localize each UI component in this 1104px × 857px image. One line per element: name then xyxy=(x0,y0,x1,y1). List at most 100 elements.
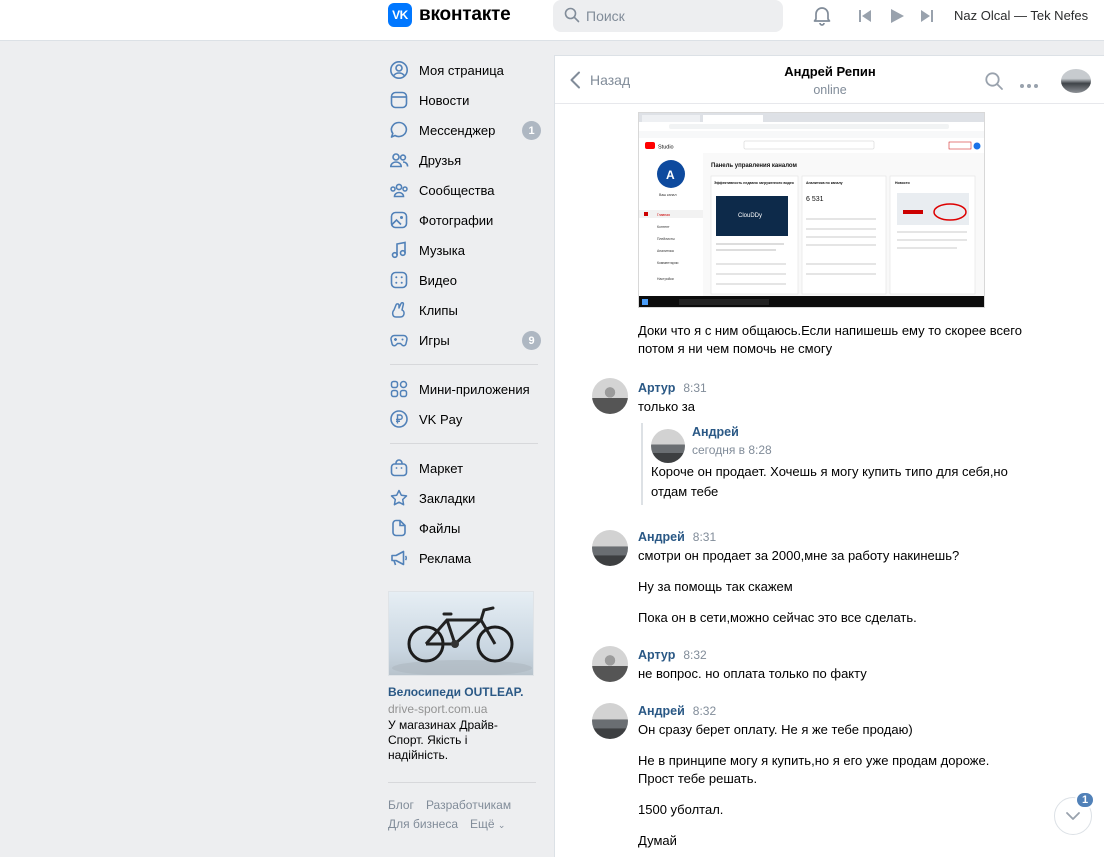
sidebar-item-ads[interactable]: Реклама xyxy=(388,543,548,573)
sidebar-item-communities[interactable]: Сообщества xyxy=(388,175,548,205)
chat-search-icon[interactable] xyxy=(984,71,1004,94)
avatar-artur[interactable] xyxy=(592,646,628,682)
screenshot-channel-label: Ваш канал xyxy=(659,193,677,197)
chevron-down-icon xyxy=(1066,812,1080,820)
message-author[interactable]: Андрей xyxy=(638,530,685,544)
sidebar-divider xyxy=(390,364,538,365)
sidebar-item-files[interactable]: Файлы xyxy=(388,513,548,543)
now-playing-track[interactable]: Naz Olcal — Tek Nefes xyxy=(954,8,1088,23)
sidebar-item-label: Клипы xyxy=(419,302,458,318)
sidebar-item-market[interactable]: Маркет xyxy=(388,453,548,483)
sidebar-item-label: Новости xyxy=(419,92,470,108)
message-text: Не в принципе могу я купить,но я его уже… xyxy=(638,753,990,786)
messenger-unread-badge: 1 xyxy=(522,121,541,140)
sidebar-item-video[interactable]: Видео xyxy=(388,265,548,295)
sidebar-item-label: Закладки xyxy=(419,490,476,506)
search-input[interactable] xyxy=(586,8,766,24)
message-time: 8:32 xyxy=(692,704,717,718)
sidebar-item-bookmarks[interactable]: Закладки xyxy=(388,483,548,513)
left-sidebar: Моя страница Новости Мессенджер 1 Друзья… xyxy=(388,55,548,837)
screenshot-menu-analytics: Аналитика xyxy=(657,249,674,253)
music-icon xyxy=(389,240,409,260)
vk-logo-mark: VK xyxy=(388,3,412,27)
ad-domain[interactable]: drive-sport.com.ua xyxy=(388,702,548,716)
sidebar-item-vk-pay[interactable]: VK Pay xyxy=(388,404,548,434)
sidebar-item-music[interactable]: Музыка xyxy=(388,235,548,265)
chat-header: Назад Андрей Репин online xyxy=(555,56,1104,104)
ad-title[interactable]: Велосипеди OUTLEAP. xyxy=(388,685,548,699)
sidebar-item-photos[interactable]: Фотографии xyxy=(388,205,548,235)
play-icon[interactable] xyxy=(889,8,905,24)
ad-description: У магазинах Драйв-Спорт. Якість і надійн… xyxy=(388,718,498,762)
footer-link-developers[interactable]: Разработчикам xyxy=(426,798,511,813)
avatar-andrey[interactable] xyxy=(651,429,685,463)
sidebar-ad[interactable]: Велосипеди OUTLEAP. drive-sport.com.ua У… xyxy=(388,591,548,763)
avatar-andrey[interactable] xyxy=(592,530,628,566)
forwarded-text: Короче он продает. Хочешь я могу купить … xyxy=(651,464,1008,499)
footer-link-more[interactable]: Ещё ⌄ xyxy=(470,817,505,833)
screenshot-menu-comments: Комментарии xyxy=(657,261,678,265)
peer-avatar[interactable] xyxy=(1061,69,1091,93)
avatar-artur[interactable] xyxy=(592,378,628,414)
footer-link-blog[interactable]: Блог xyxy=(388,798,414,813)
sidebar-item-label: Видео xyxy=(419,272,457,288)
sidebar-item-clips[interactable]: Клипы xyxy=(388,295,548,325)
top-header: VK вконтакте Naz Olcal — Tek Nefes xyxy=(0,0,1104,41)
message-author[interactable]: Андрей xyxy=(638,704,685,718)
svg-text:A: A xyxy=(666,168,675,182)
message-time: 8:32 xyxy=(683,648,707,662)
message-text: Он сразу берет оплату. Не я же тебе прод… xyxy=(638,722,913,737)
sidebar-item-my-page[interactable]: Моя страница xyxy=(388,55,548,85)
forwarded-author[interactable]: Андрей xyxy=(692,425,739,439)
sidebar-item-label: Друзья xyxy=(419,152,462,168)
ad-bicycle-image[interactable] xyxy=(388,591,534,676)
ads-icon xyxy=(389,548,409,568)
news-icon xyxy=(389,90,409,110)
bell-icon[interactable] xyxy=(811,4,833,26)
forwarded-message[interactable]: Андрей сегодня в 8:28 Короче он продает.… xyxy=(641,423,1021,505)
sidebar-item-mini-apps[interactable]: Мини-приложения xyxy=(388,374,548,404)
message-text: не вопрос. но оплата только по факту xyxy=(638,666,867,681)
sidebar-item-news[interactable]: Новости xyxy=(388,85,548,115)
sidebar-item-label: Игры xyxy=(419,332,450,348)
vk-logo[interactable]: VK вконтакте xyxy=(388,3,511,27)
sidebar-item-messenger[interactable]: Мессенджер 1 xyxy=(388,115,548,145)
screenshot-panel-title: Панель управления каналом xyxy=(711,163,798,169)
friends-icon xyxy=(389,150,409,170)
forwarded-time: сегодня в 8:28 xyxy=(692,443,772,457)
more-icon[interactable] xyxy=(1019,77,1039,92)
message-text: смотри он продает за 2000,мне за работу … xyxy=(638,548,960,563)
search-box[interactable] xyxy=(553,0,783,32)
market-icon xyxy=(389,458,409,478)
sidebar-item-label: VK Pay xyxy=(419,411,463,427)
next-track-icon[interactable] xyxy=(920,9,934,23)
screenshot-menu-settings: Настройки xyxy=(657,277,674,281)
message-icon xyxy=(389,120,409,140)
sidebar-divider xyxy=(390,443,538,444)
search-icon xyxy=(564,7,580,26)
screenshot-menu-playlists: Плейлисты xyxy=(657,237,675,241)
photo-icon xyxy=(389,210,409,230)
bookmark-icon xyxy=(389,488,409,508)
screenshot-studio-label: Studio xyxy=(658,145,674,151)
message-author[interactable]: Артур xyxy=(638,648,675,662)
message-text: Пока он в сети,можно сейчас это все сдел… xyxy=(638,610,917,625)
vk-logo-text: вконтакте xyxy=(419,4,511,25)
chat-panel: Назад Андрей Репин online Studio A Ваш к… xyxy=(554,55,1104,857)
vkpay-icon xyxy=(389,409,409,429)
message-author[interactable]: Артур xyxy=(638,381,675,395)
message-text: Думай xyxy=(638,833,677,848)
video-icon xyxy=(389,270,409,290)
sidebar-item-friends[interactable]: Друзья xyxy=(388,145,548,175)
avatar-andrey[interactable] xyxy=(592,703,628,739)
message-text: Ну за помощь так скажем xyxy=(638,579,793,594)
attached-screenshot[interactable]: Studio A Ваш канал Главная Контент Плейл… xyxy=(638,112,985,308)
sidebar-item-games[interactable]: Игры 9 xyxy=(388,325,548,355)
groups-icon xyxy=(389,180,409,200)
apps-icon xyxy=(389,379,409,399)
screenshot-card3-title: Новости xyxy=(895,181,910,185)
footer-link-business[interactable]: Для бизнеса xyxy=(388,817,458,833)
sidebar-item-label: Фотографии xyxy=(419,212,494,228)
prev-track-icon[interactable] xyxy=(858,9,872,23)
sidebar-item-label: Моя страница xyxy=(419,62,504,78)
